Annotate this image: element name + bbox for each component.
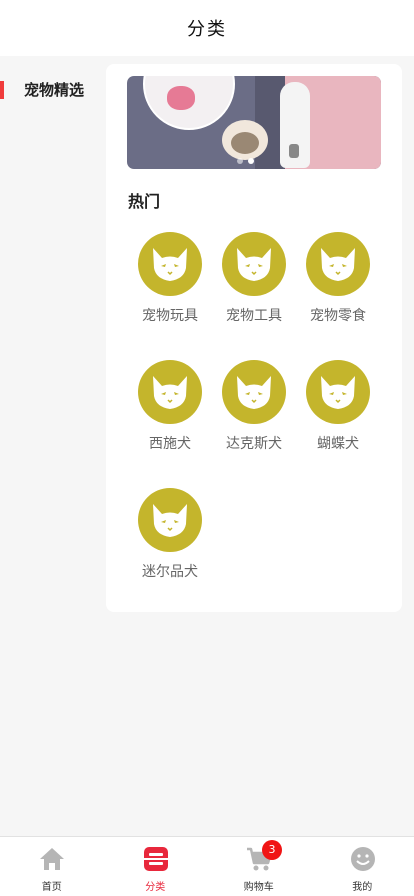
category-label: 蝴蝶犬 <box>317 436 359 452</box>
section-title: 热门 <box>128 192 161 211</box>
banner-dot-active[interactable] <box>248 158 254 164</box>
category-label: 达克斯犬 <box>226 436 282 452</box>
category-sidebar: 宠物精选 <box>0 56 104 836</box>
page-title: 分类 <box>187 19 227 40</box>
banner-dot[interactable] <box>237 158 243 164</box>
home-icon <box>40 848 64 870</box>
page-header: 分类 <box>0 0 414 56</box>
tab-label: 首页 <box>41 882 62 893</box>
cat-icon <box>306 232 370 296</box>
cat-icon <box>222 360 286 424</box>
cat-icon <box>138 360 202 424</box>
tab-home[interactable]: 首页 <box>0 837 104 896</box>
category-item-pet-tools[interactable]: 宠物工具 <box>212 232 296 352</box>
category-label: 迷尔品犬 <box>142 564 198 580</box>
paw-toy-image <box>167 86 195 110</box>
category-label: 宠物玩具 <box>142 308 198 324</box>
cart-count-badge: 3 <box>262 840 282 860</box>
trimmer-button <box>289 144 299 158</box>
active-indicator <box>0 81 4 99</box>
category-item-pet-snacks[interactable]: 宠物零食 <box>296 232 380 352</box>
tab-cart[interactable]: 购物车 <box>207 837 311 896</box>
category-label: 西施犬 <box>149 436 191 452</box>
category-icon <box>143 847 168 871</box>
category-item-dachshund[interactable]: 达克斯犬 <box>212 360 296 480</box>
tab-profile[interactable]: 我的 <box>311 837 414 896</box>
category-item-shih-tzu[interactable]: 西施犬 <box>128 360 212 480</box>
cat-icon <box>222 232 286 296</box>
sidebar-item-pet-selection[interactable]: 宠物精选 <box>0 56 104 122</box>
promo-banner[interactable] <box>127 76 381 169</box>
banner-pagination[interactable] <box>237 158 254 164</box>
tab-label: 我的 <box>352 882 373 893</box>
category-item-papillon[interactable]: 蝴蝶犬 <box>296 360 380 480</box>
sidebar-item-label: 宠物精选 <box>24 80 85 99</box>
cat-icon <box>138 232 202 296</box>
category-label: 宠物工具 <box>226 308 282 324</box>
tab-category[interactable]: 分类 <box>104 837 208 896</box>
category-item-pet-toys[interactable]: 宠物玩具 <box>128 232 212 352</box>
tab-label: 分类 <box>145 882 166 893</box>
cat-icon <box>138 488 202 552</box>
category-label: 宠物零食 <box>310 308 366 324</box>
bottom-tab-bar: 首页 分类 购物车 我的 <box>0 836 414 896</box>
category-item-miniature-pinscher[interactable]: 迷尔品犬 <box>128 488 212 608</box>
tab-label: 购物车 <box>243 882 274 893</box>
cat-face-image <box>231 132 259 154</box>
category-panel: 热门 宠物玩具 宠物工具 宠物零食 西施犬 达克斯犬 蝴蝶犬 迷尔品犬 <box>106 64 402 612</box>
cat-icon <box>306 360 370 424</box>
profile-icon <box>350 847 375 871</box>
